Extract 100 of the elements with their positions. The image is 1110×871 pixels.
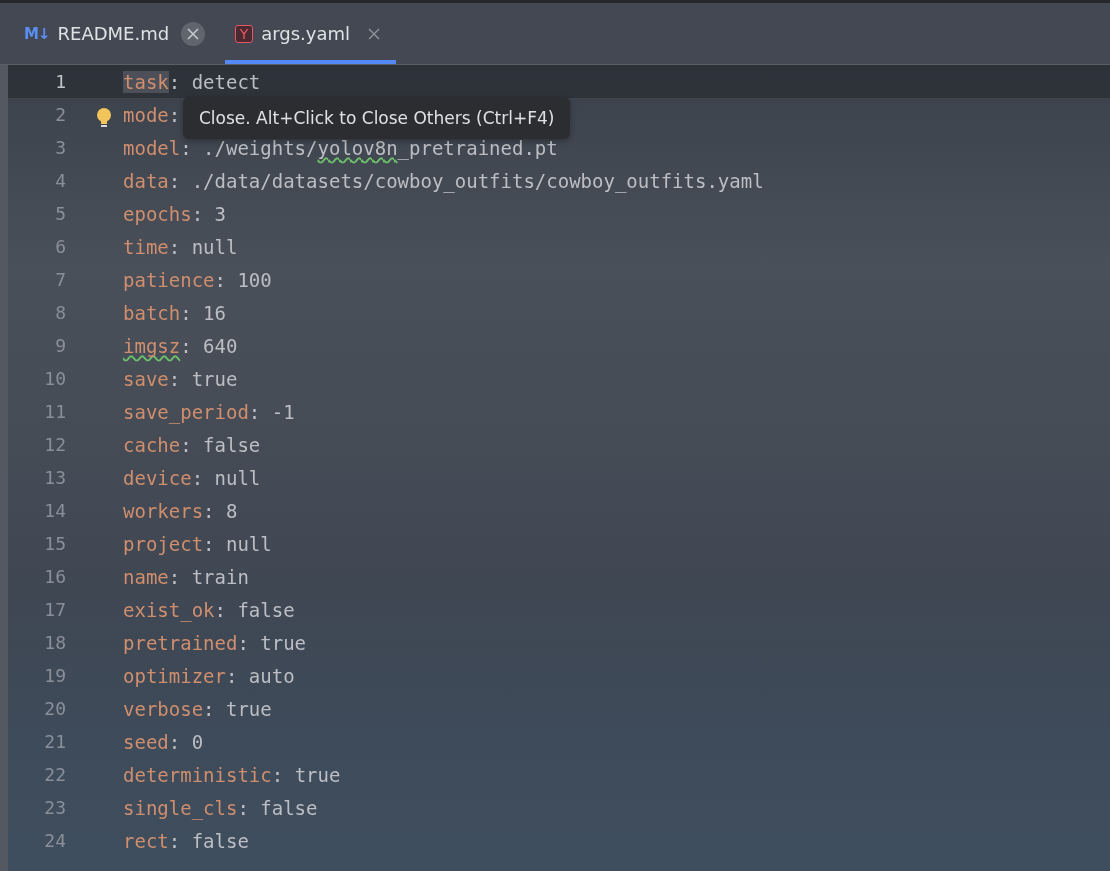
yaml-key: name (123, 565, 169, 588)
yaml-value: null (214, 466, 261, 489)
yaml-key: seed (123, 730, 169, 753)
line-number: 18 (43, 632, 66, 653)
key-separator: : (203, 697, 215, 720)
key-separator: : (203, 499, 215, 522)
key-separator: : (168, 169, 181, 192)
key-separator: : (191, 466, 204, 489)
yaml-value: ./data/datasets/cowboy_outfits/cowboy_outfits.yaml (191, 169, 764, 192)
line-number: 13 (43, 467, 66, 488)
line-number: 21 (43, 731, 66, 752)
yaml-value: true (294, 763, 341, 786)
yaml-value: false (237, 598, 295, 621)
markdown-icon: M↓ (24, 24, 50, 43)
line-number: 23 (43, 797, 66, 818)
key-separator: : (168, 565, 181, 588)
line-number: 11 (43, 401, 66, 422)
line-number: 5 (54, 203, 66, 224)
editor-tab[interactable]: M↓ README.md (14, 3, 216, 64)
yaml-key: mode (123, 103, 169, 126)
key-separator: : (214, 598, 226, 621)
line-number: 19 (43, 665, 66, 686)
key-separator: : (180, 301, 192, 324)
yaml-value: train (191, 565, 249, 588)
yaml-key: pretrained (123, 631, 238, 654)
key-separator: : (168, 70, 181, 93)
yaml-key: deterministic (123, 763, 272, 786)
line-number: 9 (54, 335, 66, 356)
line-number: 12 (43, 434, 66, 455)
line-number: 20 (43, 698, 66, 719)
yaml-key: time (123, 235, 169, 258)
key-separator: : (248, 400, 261, 423)
yaml-key: imgsz (123, 334, 181, 357)
yaml-value: -1 (271, 400, 295, 423)
yaml-key: optimizer (123, 664, 226, 687)
key-separator: : (168, 235, 181, 258)
yaml-value: _pretrained.pt (397, 136, 558, 159)
yaml-value: false (191, 829, 249, 852)
yaml-value: 8 (226, 499, 238, 522)
key-separator: : (237, 796, 249, 819)
yaml-icon: Y (235, 24, 254, 43)
yaml-value: true (191, 367, 238, 390)
yaml-value: 640 (203, 334, 238, 357)
close-icon[interactable] (181, 21, 206, 46)
yaml-value: true (260, 631, 307, 654)
yaml-value: auto (248, 664, 295, 687)
key-separator: : (191, 202, 204, 225)
key-separator: : (180, 136, 192, 159)
yaml-key: rect (123, 829, 169, 852)
key-separator: : (180, 433, 192, 456)
yaml-key: epochs (123, 202, 192, 225)
line-number: 17 (43, 599, 66, 620)
line-number: 14 (43, 500, 66, 521)
yaml-value: 16 (203, 301, 226, 324)
line-number: 8 (54, 302, 66, 323)
yaml-key: batch (123, 301, 181, 324)
yaml-value: false (260, 796, 318, 819)
yaml-value: ./weights/ (203, 136, 318, 159)
yaml-key: data (123, 169, 169, 192)
yaml-key: single_cls (123, 796, 238, 819)
line-number: 7 (54, 269, 66, 290)
key-separator: : (237, 631, 249, 654)
yaml-value: null (191, 235, 238, 258)
key-separator: : (271, 763, 284, 786)
yaml-value: detect (191, 70, 261, 93)
line-number: 3 (54, 137, 66, 158)
line-number: 22 (43, 764, 66, 785)
key-separator: : (214, 268, 226, 291)
yaml-key: workers (123, 499, 204, 522)
yaml-key: exist_ok (123, 598, 215, 621)
line-number: 10 (43, 368, 66, 389)
line-number: 1 (54, 71, 66, 92)
yaml-value: false (203, 433, 261, 456)
key-separator: : (168, 829, 181, 852)
line-number: 15 (43, 533, 66, 554)
yaml-value: true (226, 697, 272, 720)
key-separator: : (168, 367, 181, 390)
yaml-key: model (123, 136, 181, 159)
yaml-key: task (123, 70, 169, 93)
line-number: 24 (43, 830, 66, 851)
yaml-value: 0 (191, 730, 204, 753)
line-number: 4 (54, 170, 66, 191)
yaml-key: verbose (123, 697, 204, 720)
yaml-key: save (123, 367, 169, 390)
key-separator: : (168, 730, 181, 753)
yaml-value: 100 (237, 268, 272, 291)
key-separator: : (225, 664, 238, 687)
key-separator: : (168, 103, 181, 126)
yaml-value: 3 (214, 202, 226, 225)
yaml-key: cache (123, 433, 181, 456)
yaml-key: save_period (123, 400, 249, 423)
yaml-key: project (123, 532, 204, 555)
yaml-key: device (123, 466, 192, 489)
yaml-value: yolov8n (317, 136, 398, 159)
yaml-key: patience (123, 268, 215, 291)
line-number: 2 (54, 104, 66, 125)
yaml-value: null (226, 532, 272, 555)
tooltip: Close. Alt+Click to Close Others (Ctrl+F4) (183, 97, 571, 139)
line-number: 16 (43, 566, 66, 587)
key-separator: : (203, 532, 215, 555)
